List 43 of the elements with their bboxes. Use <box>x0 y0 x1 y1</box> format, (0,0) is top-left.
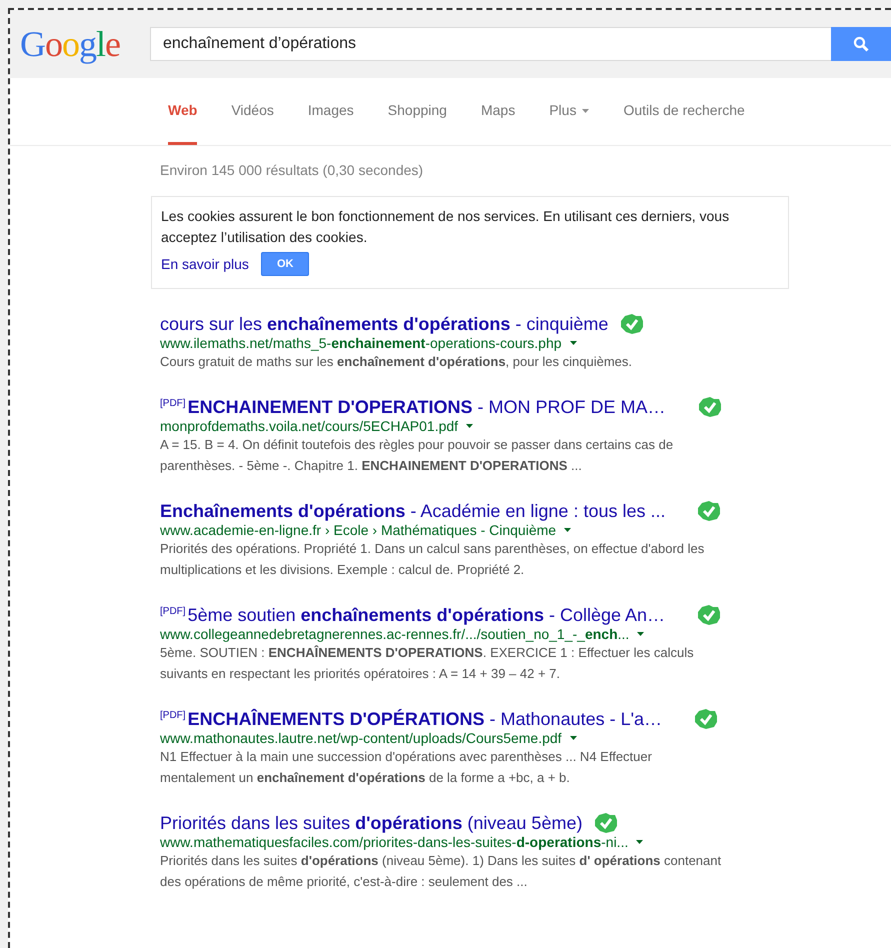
result-url: www.mathematiquesfaciles.com/priorites-dans-les-suites-d-operations-ni... <box>160 834 628 850</box>
result-title-link[interactable]: Priorités dans les suites d'opérations (niveau 5ème) <box>160 812 582 834</box>
result-url: monprofdemaths.voila.net/cours/5ECHAP01.pdf <box>160 418 458 434</box>
pdf-tag: [PDF] <box>160 398 186 408</box>
nav-tab[interactable]: Outils de recherche <box>623 78 745 145</box>
caret-icon[interactable] <box>570 736 577 740</box>
learn-more-link[interactable]: En savoir plus <box>161 256 249 272</box>
result-snippet: Priorités dans les suites d'opérations (niveau 5ème). 1) Dans les suites d' opérations contenant des opérations de même priorité, c'est-à-dire : seulement des ... <box>160 852 722 891</box>
caret-icon <box>582 109 590 113</box>
nav-tab[interactable]: Shopping <box>388 78 447 145</box>
nav-tab[interactable]: Maps <box>480 78 516 145</box>
result-url: www.mathonautes.lautre.net/wp-content/uploads/Cours5eme.pdf <box>160 730 562 746</box>
pdf-tag: [PDF] <box>160 710 186 720</box>
result-title-link[interactable]: ENCHAÎNEMENTS D'OPÉRATIONS - Mathonautes - L'a… <box>188 708 662 730</box>
result-snippet: A = 15. B = 4. On définit toutefois des règles pour pouvoir se passer dans certains cas de parenthèses. - 5ème -. Chapitre 1. ENCHAINEMENT D'OPERATIONS ... <box>160 436 674 475</box>
caret-icon[interactable] <box>564 528 572 532</box>
result-title-link[interactable]: ENCHAINEMENT D'OPERATIONS - MON PROF DE MA… <box>188 396 666 418</box>
cookie-text: Les cookies assurent le bon fonctionnement de nos services. En utilisant ces derniers, vous acceptez l’utilisation des cookies. <box>161 207 730 247</box>
nav-tab[interactable]: Images <box>308 78 354 145</box>
pdf-tag: [PDF] <box>160 606 186 616</box>
logo[interactable]: Google <box>20 23 128 65</box>
result-snippet: Cours gratuit de maths sur les enchaînement d'opérations, pour les cinquièmes. <box>160 353 633 371</box>
caret-icon[interactable] <box>637 632 644 636</box>
nav-tab[interactable]: Web <box>168 78 198 145</box>
caret-icon[interactable] <box>570 341 577 345</box>
result-url: www.academie-en-ligne.fr › Ecole › Mathématiques - Cinquième <box>160 522 556 538</box>
result-title-link[interactable]: 5ème soutien enchaînements d'opérations - Collège An… <box>188 604 666 626</box>
result-snippet: N1 Effectuer à la main une succession d'opérations avec parenthèses ... N4 Effectuer mentalement un enchaînement d'opérations de la forme a +bc, a + b. <box>160 748 653 787</box>
nav-tab[interactable]: Plus <box>549 78 590 145</box>
result-title-link[interactable]: cours sur les enchaînements d'opérations - cinquième <box>160 314 608 334</box>
result-title-link[interactable]: Enchaînements d'opérations - Académie en ligne : tous les ... <box>160 500 666 522</box>
result-url: www.ilemaths.net/maths_5-enchainement-operations-cours.php <box>160 335 562 351</box>
result-snippet: 5ème. SOUTIEN : ENCHAÎNEMENTS D'OPERATIONS. EXERCICE 1 : Effectuer les calculs suivants en respectant les priorités opératoires : A = 14 + 39 – 42 + 7. <box>160 644 695 683</box>
nav-tab[interactable]: Vidéos <box>231 78 274 145</box>
result-url: www.collegeannedebretagnerennes.ac-rennes.fr/.../soutien_no_1_-_ench... <box>160 626 630 642</box>
result-stats: Environ 145 000 résultats (0,30 secondes) <box>160 162 424 178</box>
result-snippet: Priorités des opérations. Propriété 1. Dans un calcul sans parenthèses, on effectue d'abord les multiplications et les divisions. Exemple : calcul de. Propriété 2. <box>160 540 706 579</box>
ok-button[interactable]: OK <box>260 252 310 276</box>
search-field[interactable]: enchaînement d’opérations <box>150 27 831 61</box>
search-icon <box>853 36 869 52</box>
caret-icon[interactable] <box>636 840 644 844</box>
search-button[interactable] <box>831 27 891 61</box>
caret-icon[interactable] <box>466 424 474 428</box>
